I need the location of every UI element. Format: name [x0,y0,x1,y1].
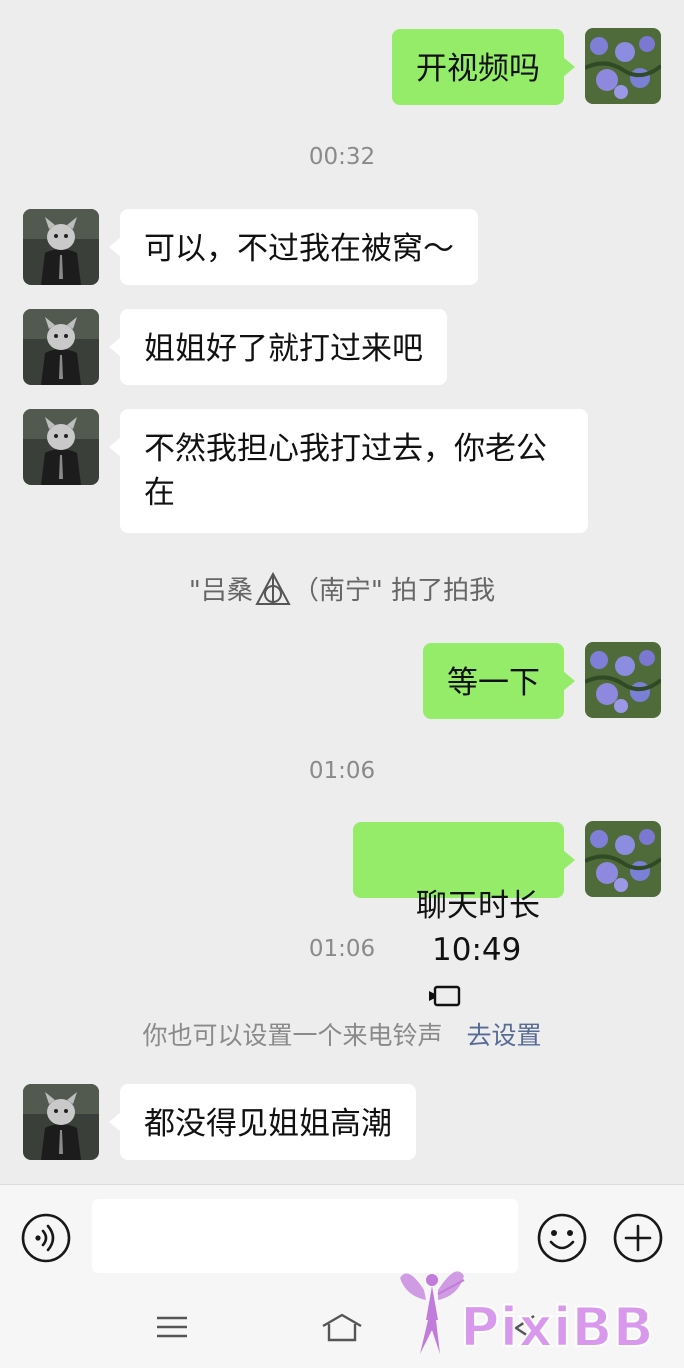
call-record-bubble[interactable]: 聊天时长 10:49 [352,822,576,1006]
contact-message-bubble[interactable]: 不然我担心我打过去，你老公在 [109,409,588,533]
contact-avatar[interactable] [23,209,99,285]
my-message-bubble[interactable]: 等一下 [423,643,575,719]
my-avatar[interactable] [585,28,661,104]
timestamp: 00:32 [308,144,376,170]
home-button[interactable] [320,1312,364,1348]
my-avatar[interactable] [585,642,661,718]
voice-button[interactable] [20,1212,72,1264]
ringtone-notice-text: 你也可以设置一个来电铃声 [142,1021,443,1050]
timestamp: 01:06 [308,936,376,962]
contact-avatar[interactable] [23,1084,99,1160]
contact-avatar[interactable] [23,309,99,385]
watermark-text: PixiBB [460,1296,654,1359]
my-message-bubble[interactable]: 开视频吗 [392,29,575,105]
menu-button[interactable] [154,1312,190,1346]
voice-icon [21,1213,71,1263]
home-icon [322,1313,362,1342]
video-call-icon [429,985,461,1006]
deathly-hallows-icon [255,571,291,605]
my-avatar[interactable] [585,821,661,897]
contact-message-bubble[interactable]: 都没得见姐姐高潮 [109,1084,416,1160]
contact-avatar[interactable] [23,409,99,485]
contact-message-bubble[interactable]: 可以，不过我在被窝～ [109,209,478,285]
timestamp: 01:06 [308,758,376,784]
ringtone-notice: 你也可以设置一个来电铃声 去设置 [0,1016,684,1052]
contact-message-bubble[interactable]: 姐姐好了就打过来吧 [109,309,447,385]
chat-history[interactable]: 开视频吗 00:32 可以，不过我在被窝～ 姐姐好了就打过来吧 不然我担心我打过… [0,0,684,1184]
pat-notice-text-before: "吕桑 [188,576,253,606]
pat-notice-text-after: （南宁" 拍了拍我 [292,576,496,606]
watermark: PixiBB [398,1250,678,1360]
call-label: 聊天时长 [416,888,540,924]
pat-notice: "吕桑 （南宁" 拍了拍我 [0,570,684,607]
go-settings-link[interactable]: 去设置 [467,1021,542,1050]
menu-icon [157,1316,187,1338]
